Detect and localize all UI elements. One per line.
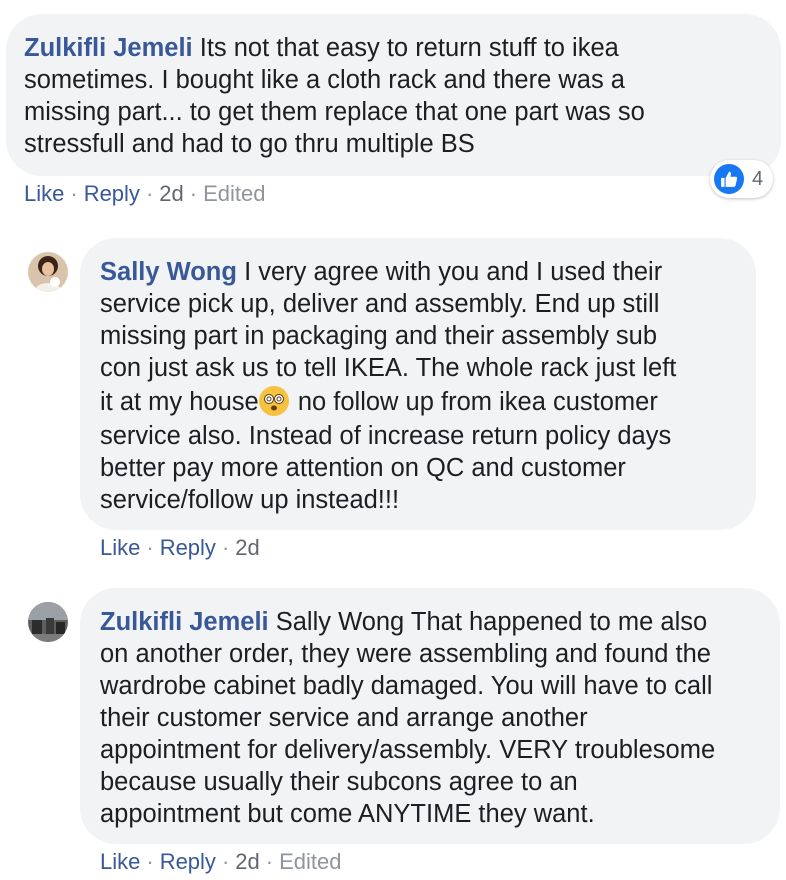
timestamp[interactable]: 2d — [159, 181, 183, 206]
thumbs-up-icon — [714, 164, 744, 194]
like-link[interactable]: Like — [24, 181, 64, 206]
comment-author[interactable]: Zulkifli Jemeli — [24, 34, 193, 62]
edited-label[interactable]: Edited — [279, 849, 341, 874]
comment-actions: Like · Reply · 2d — [100, 535, 260, 560]
reply-link[interactable]: Reply — [84, 181, 140, 206]
comment-text-line: sometimes. I bought like a cloth rack an… — [24, 66, 625, 94]
comment-text-line: appointment but come ANYTIME they want. — [100, 800, 595, 828]
reaction-count: 4 — [752, 167, 764, 190]
comment-actions: Like · Reply · 2d · Edited — [24, 181, 266, 206]
comment-text-line: stressfull and had to go thru multiple B… — [24, 130, 475, 158]
comment-text-line: because usually their subcons agree to a… — [100, 768, 578, 796]
comment-author[interactable]: Zulkifli Jemeli — [100, 608, 269, 636]
comment-text-line: their customer service and arrange anoth… — [100, 704, 588, 732]
comment-text-line: service pick up, deliver and assembly. E… — [100, 290, 660, 318]
comment-text-line: Its not that easy to return stuff to ike… — [199, 34, 619, 62]
comment-text-line: missing part in packaging and their asse… — [100, 322, 658, 350]
dizzy-face-emoji-icon — [258, 386, 289, 416]
comment-author[interactable]: Sally Wong — [100, 258, 237, 286]
like-link[interactable]: Like — [100, 849, 140, 874]
comment-text-line: That happened to me also — [410, 608, 708, 636]
comment-bubble: Sally Wong I very agree with you and I u… — [80, 238, 756, 530]
comment-text-line: service also. Instead of increase return… — [100, 422, 672, 450]
comment-text-line: better pay more attention on QC and cust… — [100, 454, 626, 482]
comment-bubble: Zulkifli Jemeli Sally Wong That happened… — [80, 588, 780, 844]
comment-text-line: appointment for delivery/assembly. VERY … — [100, 736, 716, 764]
comment-bubble: Zulkifli Jemeli Its not that easy to ret… — [6, 14, 781, 176]
avatar[interactable] — [28, 252, 68, 292]
avatar[interactable] — [28, 602, 68, 642]
comment-text-line: wardrobe cabinet badly damaged. You will… — [100, 672, 713, 700]
edited-label[interactable]: Edited — [203, 181, 265, 206]
comment-text-line: con just ask us to tell IKEA. The whole … — [100, 354, 677, 382]
like-link[interactable]: Like — [100, 535, 140, 560]
comment-text-line: on another order, they were assembling a… — [100, 640, 711, 668]
comment-text-line: missing part... to get them replace that… — [24, 98, 645, 126]
comment-text-line: no follow up from ikea customer — [290, 388, 658, 416]
comment-actions: Like · Reply · 2d · Edited — [100, 849, 342, 874]
comment-text-line: service/follow up instead!!! — [100, 486, 400, 514]
mention[interactable]: Sally Wong — [276, 608, 405, 636]
reply-link[interactable]: Reply — [160, 849, 216, 874]
reaction-summary[interactable]: 4 — [710, 160, 774, 198]
timestamp[interactable]: 2d — [235, 849, 259, 874]
reply-link[interactable]: Reply — [160, 535, 216, 560]
timestamp[interactable]: 2d — [235, 535, 259, 560]
comment-text-line: I very agree with you and I used their — [244, 258, 663, 286]
comment-text-line: it at my house — [100, 388, 259, 416]
